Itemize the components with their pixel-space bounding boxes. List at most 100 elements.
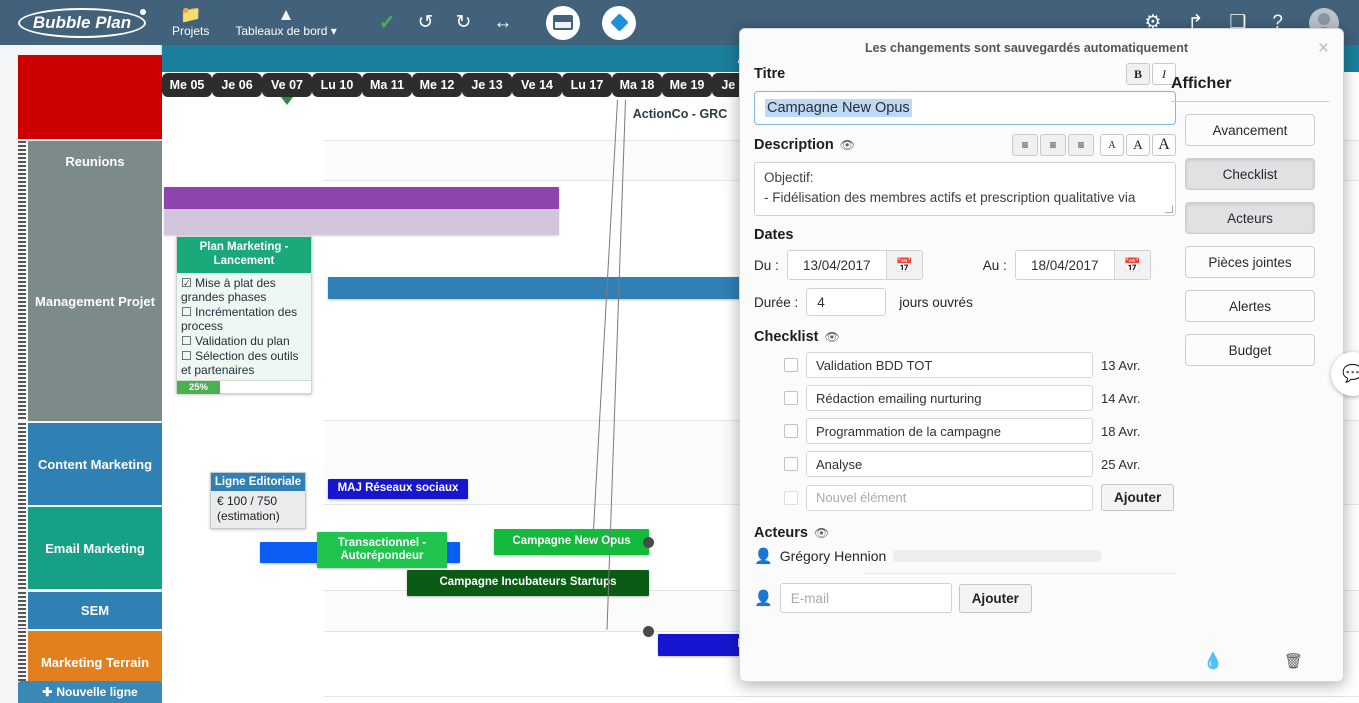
- gantt-day-me-19[interactable]: Me 19: [662, 73, 712, 97]
- align-center-button[interactable]: ≡: [1040, 134, 1066, 156]
- autosave-note: Les changements sont sauvegardés automat…: [740, 29, 1343, 61]
- modal-body: Titre B I Campagne New Opus Description …: [740, 63, 1190, 613]
- font-small-button[interactable]: A: [1100, 134, 1124, 156]
- checklist-checkbox[interactable]: [784, 358, 798, 372]
- gantt-bar-blue-phase[interactable]: [328, 277, 748, 299]
- row-label-email-marketing[interactable]: Email Marketing: [28, 507, 162, 589]
- checklist-item-input[interactable]: Programmation de la campagne: [806, 418, 1093, 444]
- eye-slash-icon[interactable]: 👁: [840, 138, 855, 152]
- afficher-button-acteurs[interactable]: Acteurs: [1185, 202, 1315, 234]
- gantt-day-lu-17[interactable]: Lu 17: [562, 73, 612, 97]
- align-right-button[interactable]: ≡: [1068, 134, 1094, 156]
- checklist-section-header: Checklist 👁: [754, 329, 1176, 345]
- plan-checklist-item[interactable]: ☐ Incrémentation des process: [181, 305, 307, 334]
- gantt-day-ma-11[interactable]: Ma 11: [362, 73, 412, 97]
- row-label-sem[interactable]: SEM: [28, 592, 162, 629]
- resize-icon[interactable]: ↔: [493, 12, 512, 34]
- gantt-day-me-05[interactable]: Me 05: [162, 73, 212, 97]
- gantt-bar-purple[interactable]: [164, 187, 559, 209]
- new-row-button[interactable]: ✚ Nouvelle ligne: [18, 681, 162, 703]
- milestone-new-opus[interactable]: [643, 537, 654, 548]
- plan-checklist-item[interactable]: ☐ Sélection des outils et partenaires: [181, 349, 307, 378]
- afficher-button-avancement[interactable]: Avancement: [1185, 114, 1315, 146]
- gantt-day-je-06[interactable]: Je 06: [212, 73, 262, 97]
- actor-add-button[interactable]: Ajouter: [959, 584, 1032, 613]
- checkbox-checked-icon[interactable]: ☑: [181, 276, 195, 290]
- checklist-checkbox[interactable]: [784, 391, 798, 405]
- align-left-button[interactable]: ≡: [1012, 134, 1038, 156]
- calendar-icon-to[interactable]: 📅: [1114, 250, 1150, 280]
- checkbox-icon[interactable]: ☐: [181, 349, 195, 363]
- title-input[interactable]: Campagne New Opus: [754, 91, 1176, 125]
- row-label-reunions[interactable]: Reunions: [28, 141, 162, 181]
- close-icon[interactable]: ×: [1318, 39, 1329, 58]
- checklist-checkbox[interactable]: [784, 424, 798, 438]
- checklist-add-button[interactable]: Ajouter: [1101, 484, 1174, 511]
- bold-button[interactable]: B: [1126, 63, 1150, 85]
- duration-value: 4: [817, 295, 825, 310]
- to-date-field[interactable]: 18/04/2017 📅: [1015, 250, 1151, 280]
- eye-slash-icon-actors[interactable]: 👁: [814, 526, 829, 540]
- row-handle-management[interactable]: [18, 181, 26, 421]
- gantt-bar-purple-light[interactable]: [164, 209, 559, 235]
- undo-icon[interactable]: ↺: [418, 11, 434, 34]
- checklist-item-input[interactable]: Analyse: [806, 451, 1093, 477]
- gantt-day-lu-10[interactable]: Lu 10: [312, 73, 362, 97]
- row-handle-content[interactable]: [18, 423, 26, 505]
- gantt-bar-maj-reseaux[interactable]: MAJ Réseaux sociaux: [328, 479, 468, 499]
- afficher-button-pi-ces-jointes[interactable]: Pièces jointes: [1185, 246, 1315, 278]
- gantt-bar-transactionnel[interactable]: Transactionnel - Autorépondeur: [317, 532, 447, 568]
- checklist-checkbox[interactable]: [784, 457, 798, 471]
- actor-progress-bar[interactable]: [893, 550, 1101, 562]
- gantt-day-ma-18[interactable]: Ma 18: [612, 73, 662, 97]
- droplet-icon[interactable]: 💧: [1203, 651, 1223, 671]
- plan-checklist-item[interactable]: ☑ Mise à plat des grandes phases: [181, 276, 307, 305]
- font-size-group: A A A: [1100, 134, 1176, 156]
- afficher-button-checklist[interactable]: Checklist: [1185, 158, 1315, 190]
- from-label: Du :: [754, 258, 779, 273]
- checklist-new-checkbox[interactable]: [784, 491, 798, 505]
- eye-slash-icon-checklist[interactable]: 👁: [824, 330, 839, 344]
- checklist-new-input[interactable]: Nouvel élément: [806, 485, 1093, 511]
- row-label-red-block[interactable]: [18, 55, 162, 139]
- font-medium-button[interactable]: A: [1126, 134, 1150, 156]
- row-label-content-marketing[interactable]: Content Marketing: [28, 423, 162, 505]
- plan-marketing-card[interactable]: Plan Marketing - Lancement ☑ Mise à plat…: [176, 236, 312, 394]
- nav-item-projets[interactable]: 📁 Projets: [172, 6, 209, 38]
- gantt-day-ve-14[interactable]: Ve 14: [512, 73, 562, 97]
- nav-item-tableaux-de-bord[interactable]: ▲ Tableaux de bord ▾: [235, 6, 336, 38]
- checklist-item-input[interactable]: Rédaction emailing nurturing: [806, 385, 1093, 411]
- duration-input[interactable]: 4: [806, 288, 886, 316]
- checklist-label: Checklist: [754, 329, 818, 345]
- afficher-panel: Afficher AvancementChecklistActeursPièce…: [1171, 75, 1329, 366]
- afficher-button-budget[interactable]: Budget: [1185, 334, 1315, 366]
- gantt-day-ve-07[interactable]: Ve 07: [262, 73, 312, 97]
- gantt-bar-campagne-incubateurs[interactable]: Campagne Incubateurs Startups: [407, 570, 649, 596]
- plan-checklist-item-label: Sélection des outils et partenaires: [181, 349, 299, 378]
- calendar-icon-from[interactable]: 📅: [886, 250, 922, 280]
- checkbox-icon[interactable]: ☐: [181, 305, 195, 319]
- trash-icon[interactable]: 🗑: [1284, 652, 1303, 670]
- validate-icon[interactable]: ✓: [379, 10, 396, 35]
- afficher-button-alertes[interactable]: Alertes: [1185, 290, 1315, 322]
- milestone-incubateurs[interactable]: [643, 626, 654, 637]
- redo-icon[interactable]: ↻: [455, 11, 471, 34]
- checkbox-icon[interactable]: ☐: [181, 334, 195, 348]
- row-handle-email[interactable]: [18, 507, 26, 589]
- row-label-management-projet[interactable]: Management Projet: [28, 181, 162, 421]
- duration-unit: jours ouvrés: [899, 295, 973, 310]
- gantt-day-je-13[interactable]: Je 13: [462, 73, 512, 97]
- window-view-button[interactable]: [546, 6, 580, 40]
- from-date-field[interactable]: 13/04/2017 📅: [787, 250, 923, 280]
- diamond-view-button[interactable]: [602, 6, 636, 40]
- budget-card-ligne-editoriale[interactable]: Ligne Editoriale € 100 / 750 (estimation…: [210, 472, 306, 529]
- checklist-item-input[interactable]: Validation BDD TOT: [806, 352, 1093, 378]
- gantt-bar-campagne-new-opus[interactable]: Campagne New Opus: [494, 529, 649, 555]
- brand-logo[interactable]: Bubble Plan: [18, 8, 146, 38]
- gantt-day-me-12[interactable]: Me 12: [412, 73, 462, 97]
- plan-checklist-item[interactable]: ☐ Validation du plan: [181, 334, 307, 349]
- actor-email-input[interactable]: E-mail: [780, 583, 952, 613]
- description-textarea[interactable]: Objectif:- Fidélisation des membres acti…: [754, 162, 1176, 216]
- row-handle-sem[interactable]: [18, 592, 26, 629]
- row-handle-reunions[interactable]: [18, 141, 26, 181]
